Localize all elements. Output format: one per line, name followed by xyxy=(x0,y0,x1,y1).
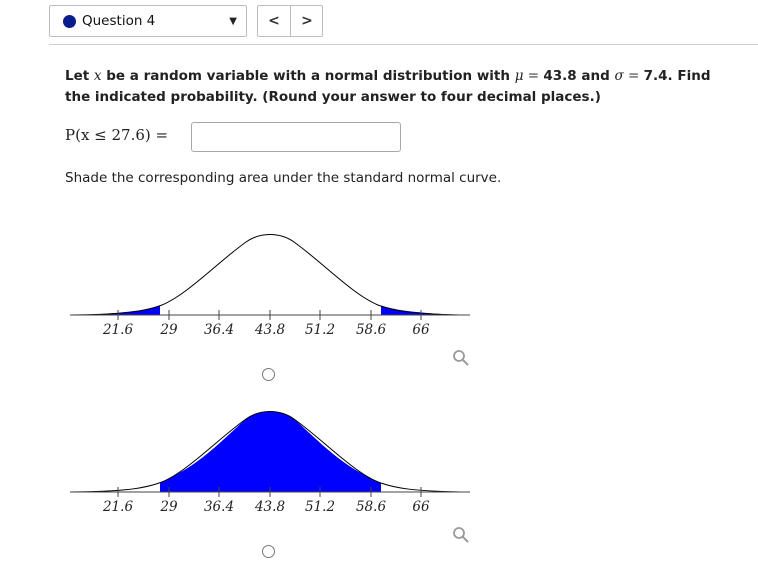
question-intro: Let xyxy=(65,68,94,84)
tick-label: 21.6 xyxy=(102,499,133,515)
normal-curve-option-1[interactable]: 21.6 29 36.4 43.8 51.2 58.6 66 xyxy=(68,222,472,344)
tick-label: 29 xyxy=(159,499,178,515)
next-question-button[interactable]: > xyxy=(291,6,323,36)
middle-area-shade xyxy=(160,411,381,492)
variable-x: x xyxy=(93,68,102,84)
question-select-label: Question 4 xyxy=(82,13,156,29)
previous-question-button[interactable]: < xyxy=(258,6,291,36)
question-navigation-bar: Question 4 ▼ < > xyxy=(49,5,758,45)
tick-label: 51.2 xyxy=(305,322,335,338)
tick-label: 29 xyxy=(159,322,178,338)
tick-label: 36.4 xyxy=(204,322,234,338)
sigma-value: 7.4 xyxy=(643,68,668,84)
tick-label: 58.6 xyxy=(356,499,386,515)
tick-label: 43.8 xyxy=(254,499,285,515)
tick-label: 58.6 xyxy=(356,322,386,338)
equals-sign: = xyxy=(623,68,644,84)
mu-value: 43.8 xyxy=(543,68,577,84)
chevron-down-icon: ▼ xyxy=(229,16,237,27)
question-mid: be a random variable with a normal distr… xyxy=(101,68,515,84)
question-status-dot-icon xyxy=(63,15,76,28)
tick-label: 66 xyxy=(412,499,430,515)
bell-curve-line xyxy=(69,234,471,316)
tick-label: 36.4 xyxy=(204,499,234,515)
zoom-magnifier-icon[interactable] xyxy=(452,526,470,544)
and-text: and xyxy=(576,68,615,84)
question-select[interactable]: Question 4 ▼ xyxy=(49,5,247,37)
question-pager: < > xyxy=(257,5,323,37)
sigma-symbol: σ xyxy=(614,68,624,84)
tick-label: 43.8 xyxy=(254,322,285,338)
option-1-radio[interactable] xyxy=(262,368,275,381)
zoom-magnifier-icon[interactable] xyxy=(452,349,470,367)
tick-label: 66 xyxy=(412,322,430,338)
shading-instruction: Shade the corresponding area under the s… xyxy=(65,170,502,186)
tick-label: 51.2 xyxy=(305,499,335,515)
option-2-radio[interactable] xyxy=(262,545,275,558)
probability-expression: P(x ≤ 27.6) = xyxy=(65,126,169,144)
probability-answer-input[interactable] xyxy=(191,122,401,152)
normal-curve-option-2[interactable]: 21.6 29 36.4 43.8 51.2 58.6 66 xyxy=(68,399,472,521)
question-text: Let x be a random variable with a normal… xyxy=(65,66,735,108)
equals-sign: = xyxy=(523,68,544,84)
tick-label: 21.6 xyxy=(102,322,133,338)
